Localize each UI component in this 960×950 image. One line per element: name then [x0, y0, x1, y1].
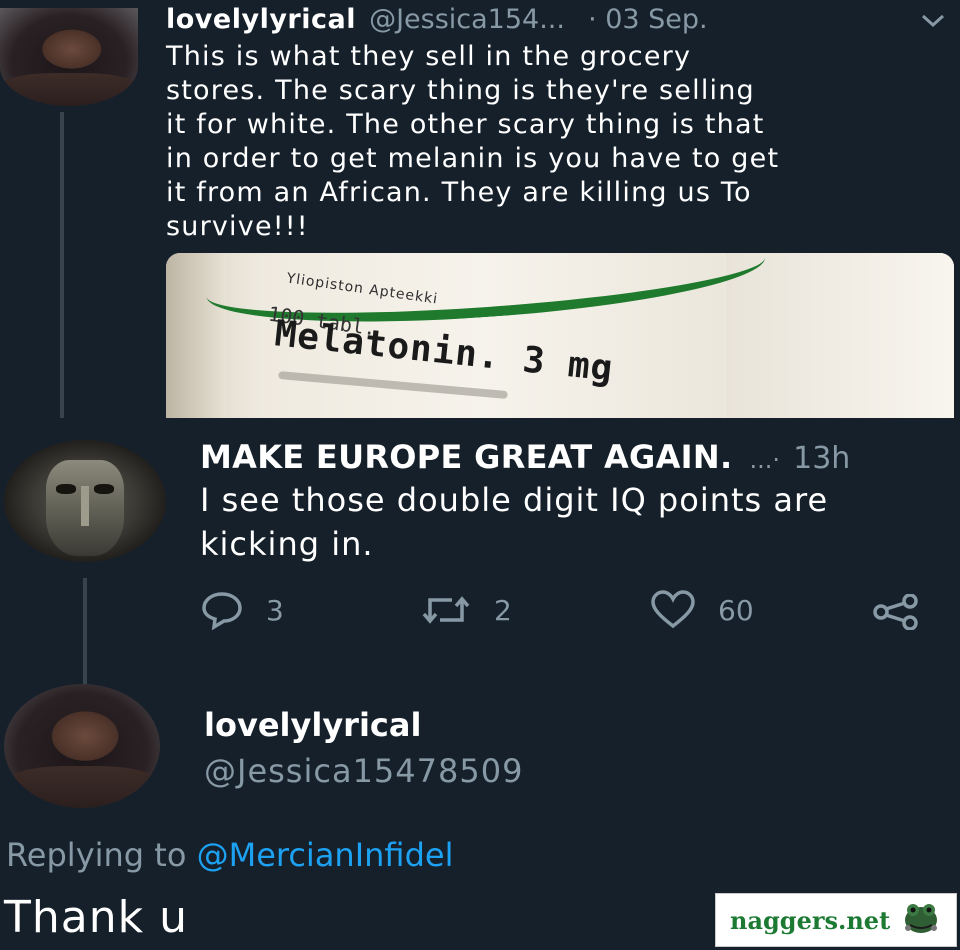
text-line: in order to get melanin is you have to g… — [166, 143, 780, 174]
display-name[interactable]: MAKE EUROPE GREAT AGAIN. — [200, 438, 732, 476]
thread-line — [60, 112, 64, 418]
avatar[interactable] — [4, 684, 160, 808]
timestamp[interactable]: · 03 Sep. — [588, 4, 708, 35]
tweet-header: MAKE EUROPE GREAT AGAIN. ...· 13h — [200, 438, 850, 476]
tweet-header: lovelylyrical @Jessica154... · 03 Sep. — [166, 4, 708, 35]
like-button[interactable]: 60 — [650, 590, 754, 630]
text-line: survive!!! — [166, 211, 309, 242]
helmet-eye — [56, 484, 76, 494]
avatar[interactable] — [4, 440, 166, 562]
reply-tweet[interactable]: MAKE EUROPE GREAT AGAIN. ...· 13h I see … — [0, 418, 960, 688]
share-icon — [873, 594, 918, 630]
replying-prefix: Replying to — [6, 836, 187, 874]
replying-to: Replying to @MercianInfidel — [6, 836, 453, 874]
tweet-text: I see those double digit IQ points are k… — [200, 478, 960, 566]
reply-icon — [202, 592, 242, 630]
retweet-count: 2 — [494, 593, 512, 627]
tweet-text: Thank u — [4, 892, 188, 943]
retweet-icon — [422, 596, 470, 624]
bottle-background — [726, 253, 954, 418]
text-line: stores. The scary thing is they're selli… — [166, 75, 755, 106]
watermark: naggers.net — [715, 893, 957, 947]
handle[interactable]: @Jessica154... — [369, 4, 565, 35]
helmet-eye — [94, 484, 114, 494]
watermark-text: naggers.net — [730, 905, 891, 935]
chevron-down-icon[interactable] — [920, 12, 946, 34]
display-name[interactable]: lovelylyrical — [166, 4, 356, 35]
more-indicator: ...· — [749, 446, 781, 474]
text-line: I see those double digit IQ points are — [200, 481, 829, 519]
tweet-media-image[interactable]: Yliopiston Apteekki 100 tabl. Melatonin.… — [166, 253, 954, 418]
heart-icon — [651, 590, 695, 629]
reply-button[interactable]: 3 — [200, 590, 284, 630]
text-line: This is what they sell in the grocery — [166, 41, 692, 72]
avatar[interactable] — [0, 8, 138, 106]
original-tweet[interactable]: lovelylyrical @Jessica154... · 03 Sep. T… — [0, 0, 960, 418]
tweet-text: This is what they sell in the grocery st… — [166, 40, 956, 244]
retweet-button[interactable]: 2 — [420, 590, 512, 630]
display-name[interactable]: lovelylyrical — [204, 706, 421, 744]
replying-to-link[interactable]: @MercianInfidel — [197, 836, 454, 874]
helmet-nose — [81, 486, 89, 526]
text-line: kicking in. — [200, 525, 374, 563]
frog-logo-icon — [900, 898, 942, 942]
reply-count: 3 — [266, 593, 284, 627]
text-line: it from an African. They are killing us … — [166, 177, 752, 208]
text-line: it for white. The other scary thing is t… — [166, 109, 765, 140]
share-button[interactable] — [872, 594, 942, 630]
timestamp[interactable]: 13h — [793, 441, 850, 476]
thread-line — [83, 578, 87, 688]
like-count: 60 — [718, 593, 754, 627]
handle[interactable]: @Jessica15478509 — [204, 752, 523, 790]
